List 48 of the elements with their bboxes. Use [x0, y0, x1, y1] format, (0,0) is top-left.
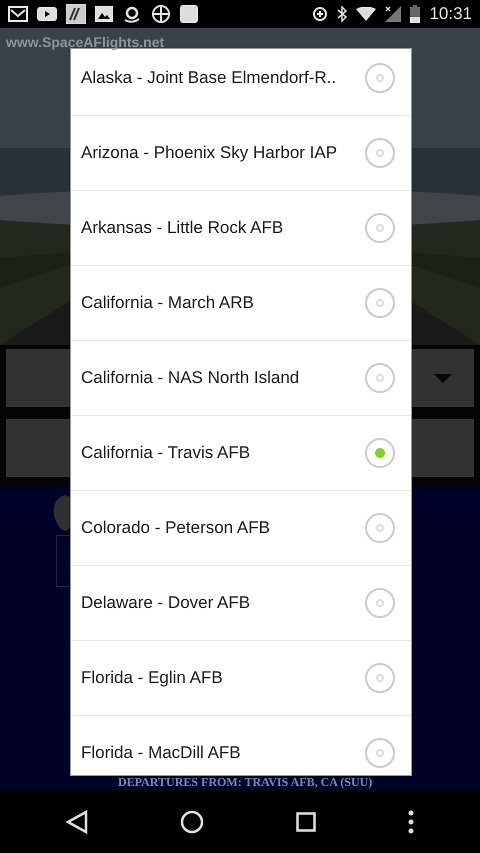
sync-icon — [312, 6, 328, 22]
option-item[interactable]: California - March ARB — [71, 266, 411, 341]
radio-button[interactable] — [365, 663, 395, 693]
clock-time: 10:31 — [429, 4, 472, 24]
option-label: Colorado - Peterson AFB — [81, 518, 270, 538]
radio-button[interactable] — [365, 738, 395, 768]
option-item[interactable]: Arkansas - Little Rock AFB — [71, 191, 411, 266]
radio-button[interactable] — [365, 138, 395, 168]
option-item[interactable]: California - NAS North Island — [71, 341, 411, 416]
site-label: www.SpaceAFlights.net — [6, 34, 164, 50]
option-label: California - NAS North Island — [81, 368, 300, 388]
app-icon — [180, 5, 198, 23]
news-icon — [66, 4, 86, 24]
bluetooth-icon — [337, 6, 348, 22]
radio-button[interactable] — [365, 438, 395, 468]
option-item[interactable]: Arizona - Phoenix Sky Harbor IAP — [71, 116, 411, 191]
wifi-icon — [356, 7, 376, 21]
play-icon — [37, 7, 57, 21]
radio-button[interactable] — [365, 588, 395, 618]
option-label: Arkansas - Little Rock AFB — [81, 218, 284, 238]
signal-icon — [385, 6, 402, 22]
mail-icon — [8, 6, 28, 22]
option-label: California - Travis AFB — [81, 443, 250, 463]
crosshair-icon — [151, 4, 171, 24]
option-item[interactable]: California - Travis AFB — [71, 416, 411, 491]
option-label: Delaware - Dover AFB — [81, 593, 250, 613]
option-label: Florida - MacDill AFB — [81, 743, 241, 763]
departures-heading: DEPARTURES FROM: TRAVIS AFB, CA (SUU) — [118, 775, 372, 790]
radio-button[interactable] — [365, 288, 395, 318]
caret-icon — [434, 374, 452, 382]
option-item[interactable]: Alaska - Joint Base Elmendorf-R.. — [71, 49, 411, 116]
option-item[interactable]: Delaware - Dover AFB — [71, 566, 411, 641]
back-icon[interactable] — [66, 810, 88, 834]
option-label: Florida - Eglin AFB — [81, 668, 223, 688]
image-icon — [95, 6, 113, 22]
option-item[interactable]: Florida - Eglin AFB — [71, 641, 411, 716]
home-icon[interactable] — [180, 810, 204, 834]
radio-button[interactable] — [365, 363, 395, 393]
option-label: California - March ARB — [81, 293, 254, 313]
radio-button[interactable] — [365, 63, 395, 93]
more-icon[interactable] — [408, 810, 414, 834]
radio-button[interactable] — [365, 213, 395, 243]
option-label: Alaska - Joint Base Elmendorf-R.. — [81, 68, 336, 88]
recents-icon[interactable] — [296, 812, 316, 832]
battery-icon — [410, 5, 420, 23]
option-label: Arizona - Phoenix Sky Harbor IAP — [81, 143, 338, 163]
radio-button[interactable] — [365, 513, 395, 543]
option-item[interactable]: Colorado - Peterson AFB — [71, 491, 411, 566]
